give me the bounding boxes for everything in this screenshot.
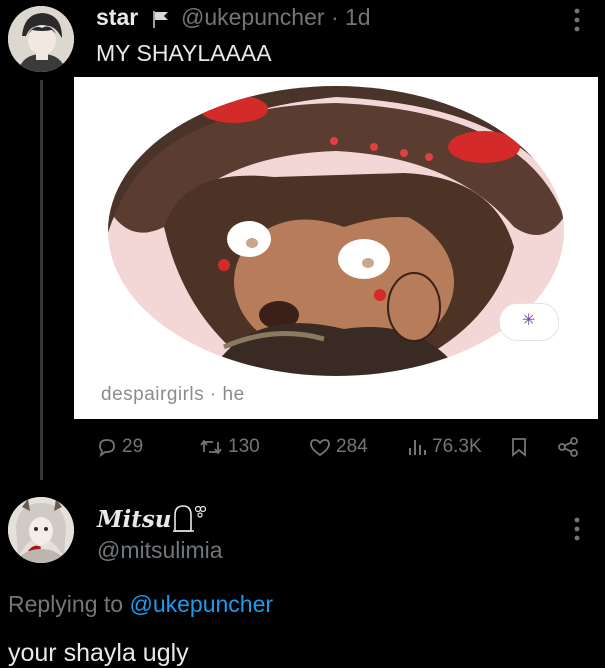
- views-count: 76.3K: [432, 436, 482, 457]
- spider-icon: ✳: [522, 312, 536, 329]
- reply-more-vertical-icon[interactable]: [567, 515, 587, 543]
- reply-count: 29: [122, 436, 144, 457]
- repost-count: 130: [228, 436, 260, 457]
- author-name[interactable]: star: [96, 4, 138, 31]
- author-handle-time[interactable]: @ukepuncher · 1d: [181, 4, 371, 31]
- share-button[interactable]: [556, 432, 584, 462]
- reply-text: your shayla ugly: [8, 639, 189, 667]
- spider-badge: ✳: [499, 303, 559, 341]
- repost-button[interactable]: 130: [198, 432, 260, 462]
- avatar[interactable]: [8, 6, 74, 72]
- bookmark-button[interactable]: [508, 432, 534, 462]
- reply-avatar[interactable]: [8, 497, 74, 563]
- reply-button[interactable]: 29: [96, 432, 143, 462]
- reply-author-name[interactable]: Mitsu: [97, 506, 172, 533]
- reply-avatar-image: [8, 497, 74, 563]
- replying-to-link[interactable]: @ukepuncher: [129, 591, 273, 617]
- avatar-image: [8, 6, 74, 72]
- reply-icon: [99, 439, 115, 458]
- share-icon: [558, 437, 578, 457]
- like-button[interactable]: 284: [308, 432, 368, 462]
- media-caption: despairgirls · he: [101, 384, 245, 405]
- tombstone-icon: [173, 505, 206, 532]
- tweet-media[interactable]: ✳ despairgirls · he: [74, 77, 598, 419]
- replying-to-prefix: Replying to: [8, 591, 130, 617]
- replying-to: Replying to @ukepuncher: [8, 591, 273, 618]
- bookmark-icon: [512, 438, 526, 457]
- views-button[interactable]: 76.3K: [406, 432, 482, 462]
- reply-author-handle[interactable]: @mitsulimia: [97, 537, 223, 564]
- media-artwork: [108, 86, 564, 376]
- views-icon: [409, 440, 426, 455]
- flag-icon: [153, 11, 168, 28]
- more-vertical-icon[interactable]: [567, 6, 587, 34]
- repost-icon: [200, 439, 222, 455]
- like-count: 284: [336, 436, 368, 457]
- tweet-text: MY SHAYLAAAA: [96, 40, 272, 66]
- heart-icon: [310, 439, 330, 457]
- thread-line: [40, 80, 43, 480]
